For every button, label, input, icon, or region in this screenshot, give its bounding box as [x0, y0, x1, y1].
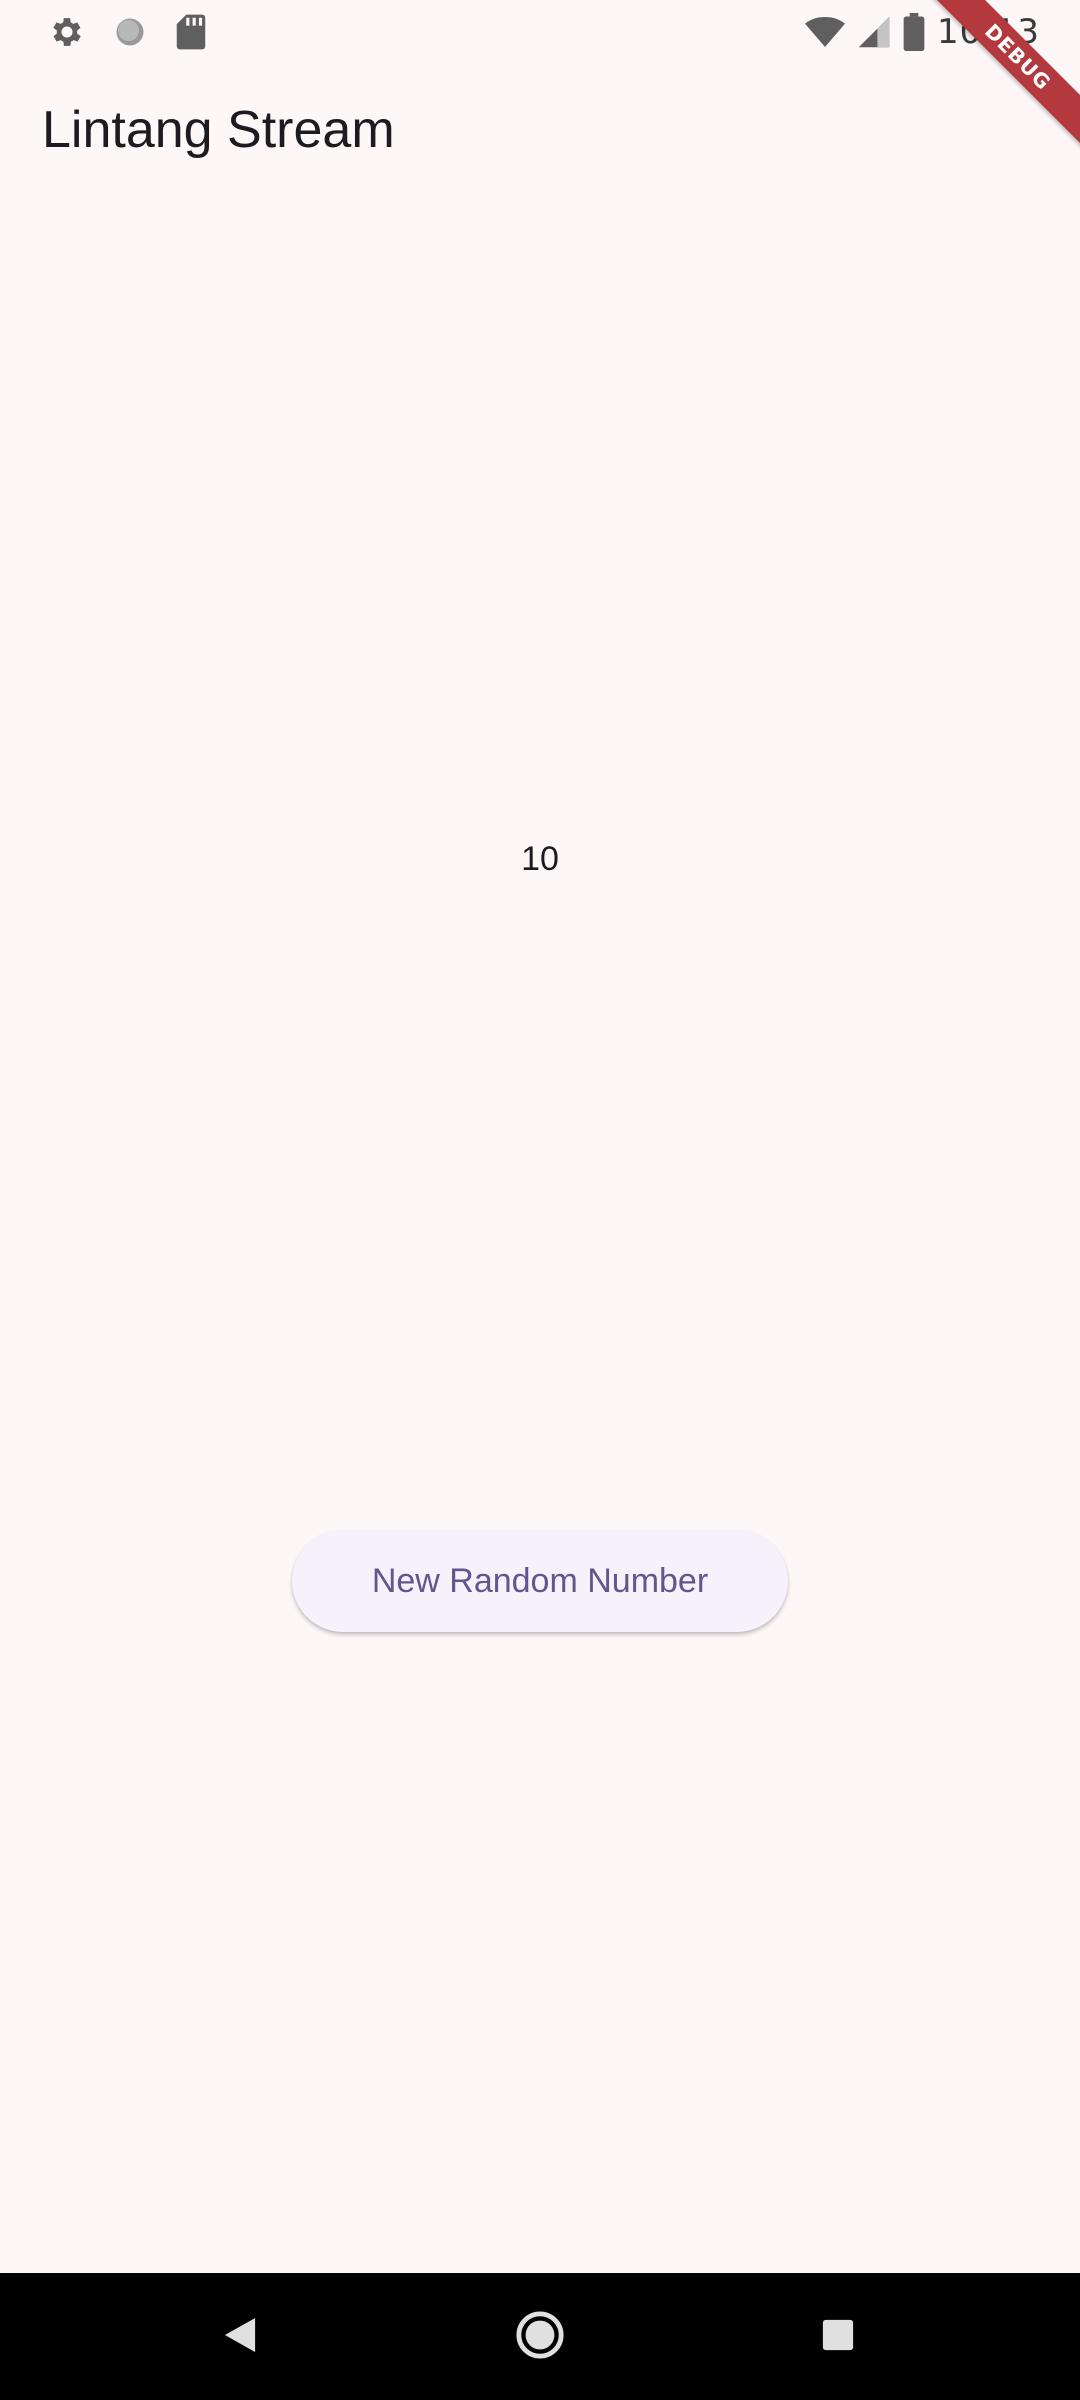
- app-screen: 10:13 DEBUG Lintang Stream 10 New Random…: [0, 0, 1080, 2400]
- system-nav-bar: [0, 2273, 1080, 2400]
- signal-icon: [857, 15, 891, 49]
- recents-icon: [821, 2318, 855, 2356]
- page-title: Lintang Stream: [42, 101, 395, 159]
- status-left-icons: [48, 12, 208, 52]
- recents-button[interactable]: [812, 2311, 864, 2363]
- random-number-display: 10: [521, 840, 559, 878]
- status-bar: 10:13: [0, 0, 1080, 62]
- back-icon: [223, 2316, 257, 2358]
- sd-card-icon: [174, 13, 208, 51]
- back-button[interactable]: [214, 2311, 266, 2363]
- home-button[interactable]: [514, 2311, 566, 2363]
- circle-icon: [112, 14, 148, 50]
- battery-icon: [903, 13, 925, 51]
- new-random-number-button[interactable]: New Random Number: [292, 1530, 788, 1632]
- gear-icon: [48, 13, 86, 51]
- home-icon: [515, 2310, 565, 2364]
- wifi-icon: [805, 15, 846, 49]
